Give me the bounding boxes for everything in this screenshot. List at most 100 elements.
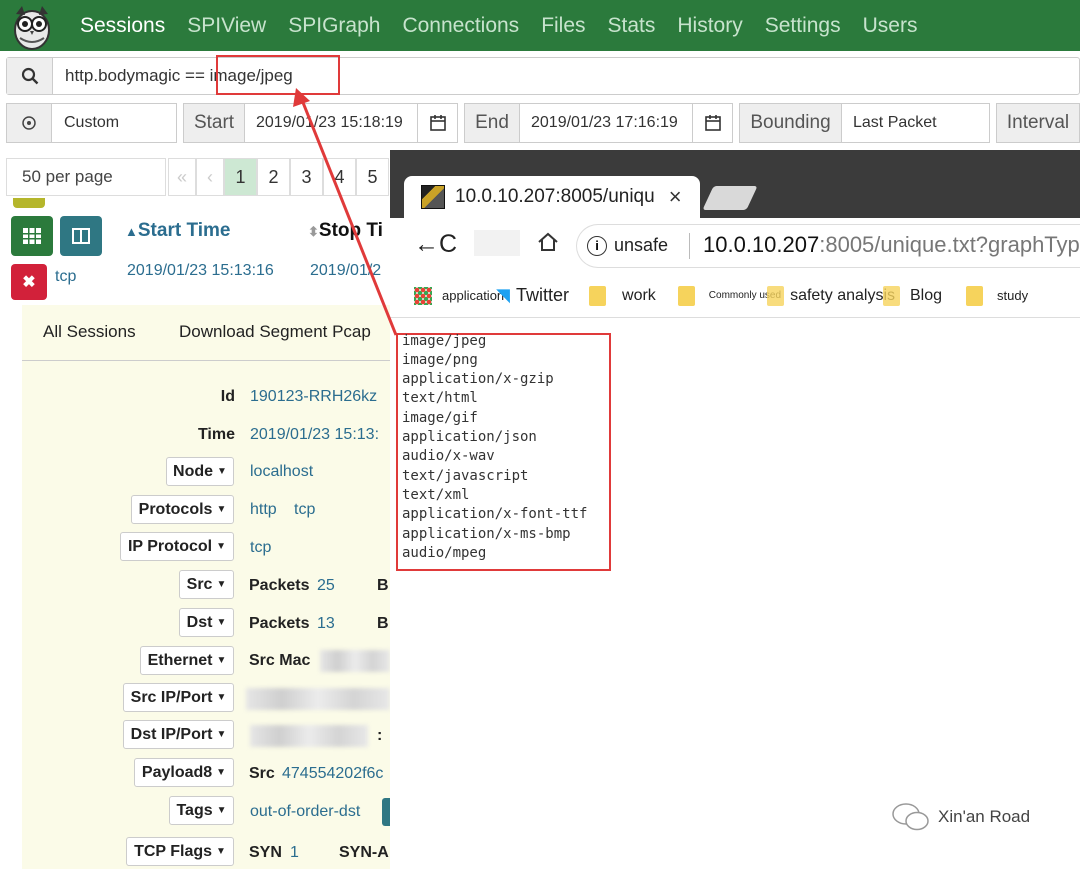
url-field[interactable]: i unsafe 10.0.10.207:8005/unique.txt?gra…: [576, 224, 1080, 268]
nav-files[interactable]: Files: [541, 14, 585, 38]
start-time-input[interactable]: 2019/01/23 15:18:19: [244, 103, 418, 143]
folder-icon: [677, 285, 695, 306]
bookmark-study[interactable]: study: [997, 288, 1028, 303]
bookmark-twitter[interactable]: Twitter: [516, 285, 569, 306]
folder-icon: [883, 285, 900, 306]
prev-page-button[interactable]: ‹: [196, 158, 224, 196]
bookmark-blog[interactable]: Blog: [910, 287, 942, 305]
home-icon[interactable]: [536, 230, 560, 259]
node-dropdown[interactable]: Node ▼: [166, 457, 234, 486]
mime-type-item: text/xml: [402, 487, 470, 503]
payload8-label: Payload8: [141, 763, 213, 781]
dst-packets-label: Packets: [249, 615, 310, 632]
stop-time-column-header[interactable]: ⬍Stop Ti: [308, 220, 383, 242]
tags-dropdown[interactable]: Tags ▼: [169, 796, 234, 825]
caret-down-icon: ▼: [216, 729, 227, 740]
page-5-button[interactable]: 5: [356, 158, 389, 196]
search-button[interactable]: [7, 58, 53, 94]
tags-label: Tags: [176, 801, 213, 819]
bounding-select[interactable]: Last Packet: [841, 103, 990, 143]
time-range-select[interactable]: Custom: [51, 103, 177, 143]
folder-icon: [966, 285, 984, 306]
close-session-button[interactable]: ✖: [11, 264, 47, 300]
tab-title: 10.0.10.207:8005/uniqu: [455, 186, 655, 207]
session-protocol[interactable]: tcp: [55, 268, 76, 286]
grid-view-button[interactable]: [11, 216, 53, 256]
src-dropdown[interactable]: Src ▼: [179, 570, 234, 599]
tab-close-icon[interactable]: ×: [669, 184, 682, 210]
watermark-text: Xin'an Road: [938, 807, 1031, 826]
start-label: Start: [183, 103, 245, 143]
protocols-dropdown[interactable]: Protocols ▼: [131, 495, 234, 524]
syn-ack-label: SYN-A: [339, 844, 389, 861]
tag-value[interactable]: out-of-order-dst: [250, 803, 360, 821]
owl-logo-icon[interactable]: [0, 0, 64, 51]
nav-stats[interactable]: Stats: [608, 14, 656, 38]
nav-spigraph[interactable]: SPIGraph: [288, 14, 380, 38]
ethernet-label: Ethernet: [147, 651, 213, 669]
start-time-column-header[interactable]: ▲Start Time: [125, 220, 230, 242]
download-pcap-link[interactable]: Download Segment Pcap: [179, 322, 371, 342]
end-calendar-button[interactable]: [692, 103, 733, 143]
ip-protocol-dropdown[interactable]: IP Protocol ▼: [120, 532, 234, 561]
info-icon[interactable]: i: [587, 236, 607, 256]
node-value[interactable]: localhost: [250, 463, 313, 481]
dst-ip-port-dropdown[interactable]: Dst IP/Port ▼: [123, 720, 234, 749]
dst-label: Dst: [186, 613, 213, 631]
nav-history[interactable]: History: [677, 14, 742, 38]
back-reload-buttons[interactable]: ←C: [414, 230, 457, 259]
bookmark-work[interactable]: work: [622, 287, 656, 305]
tag-button-stub[interactable]: [382, 798, 390, 826]
new-tab-button[interactable]: [702, 186, 758, 210]
pagination: « ‹ 1 2 3 4 5: [168, 158, 389, 196]
column-view-button[interactable]: [60, 216, 102, 256]
redacted-dst-ip: [250, 725, 368, 747]
search-bar: http.bodymagic == image/jpeg: [6, 57, 1080, 95]
dst-packets-value: 13: [317, 615, 335, 632]
ethernet-dropdown[interactable]: Ethernet ▼: [140, 646, 234, 675]
nav-users[interactable]: Users: [863, 14, 918, 38]
bookmark-application[interactable]: application: [442, 288, 504, 303]
all-sessions-link[interactable]: All Sessions: [43, 322, 136, 342]
ip-protocol-value[interactable]: tcp: [250, 539, 271, 557]
caret-down-icon: ▼: [216, 655, 227, 666]
protocol-tcp[interactable]: tcp: [294, 501, 315, 519]
protocol-http[interactable]: http: [250, 501, 277, 519]
url-host: 10.0.10.207: [703, 232, 820, 257]
end-label: End: [464, 103, 520, 143]
src-ip-port-dropdown[interactable]: Src IP/Port ▼: [123, 683, 234, 712]
node-label: Node: [173, 462, 214, 480]
search-highlight-box: [216, 55, 340, 95]
time-range-row: Custom Start 2019/01/23 15:18:19 End 201…: [6, 103, 1080, 143]
page-3-button[interactable]: 3: [290, 158, 323, 196]
browser-tab[interactable]: 10.0.10.207:8005/uniqu ×: [404, 176, 700, 218]
ip-protocol-label: IP Protocol: [127, 537, 213, 555]
watermark: Xin'an Road: [890, 800, 1030, 834]
start-calendar-button[interactable]: [417, 103, 458, 143]
dst-dropdown[interactable]: Dst ▼: [179, 608, 234, 637]
caret-down-icon: ▼: [216, 504, 227, 515]
divider: [22, 360, 390, 361]
tcp-flags-dropdown[interactable]: TCP Flags ▼: [126, 837, 234, 866]
nav-sessions[interactable]: Sessions: [80, 14, 165, 38]
security-label: unsafe: [614, 235, 669, 255]
sort-both-icon: ⬍: [308, 224, 319, 239]
interval-label: Interval: [996, 103, 1080, 143]
first-page-button[interactable]: «: [168, 158, 196, 196]
nav-spiview[interactable]: SPIView: [187, 14, 266, 38]
bounding-label: Bounding: [739, 103, 842, 143]
top-navbar: Sessions SPIView SPIGraph Connections Fi…: [0, 0, 1080, 51]
end-time-input[interactable]: 2019/01/23 17:16:19: [519, 103, 693, 143]
page-1-button[interactable]: 1: [224, 158, 257, 196]
payload8-dropdown[interactable]: Payload8 ▼: [134, 758, 234, 787]
page-2-button[interactable]: 2: [257, 158, 290, 196]
dst-port-colon: :: [377, 727, 383, 744]
per-page-select[interactable]: 50 per page: [6, 158, 166, 196]
apps-grid-icon[interactable]: [414, 286, 432, 305]
tag-marker: [13, 198, 45, 208]
bookmark-safety-analysis[interactable]: safety analysis: [790, 287, 895, 305]
page-4-button[interactable]: 4: [323, 158, 356, 196]
nav-connections[interactable]: Connections: [402, 14, 519, 38]
nav-settings[interactable]: Settings: [765, 14, 841, 38]
mime-type-item: application/x-gzip: [402, 371, 554, 387]
